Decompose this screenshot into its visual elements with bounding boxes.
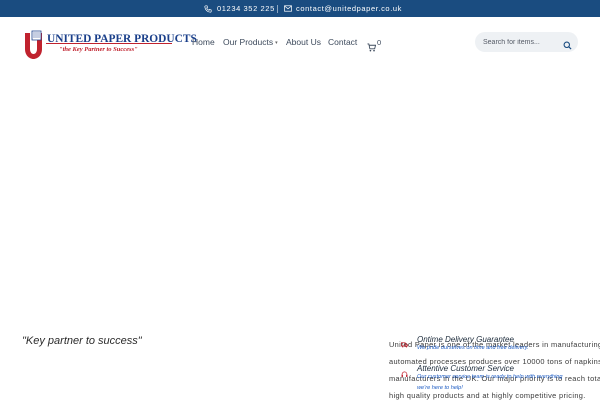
feature-description-line: Our customer service team is ready to he… — [417, 374, 563, 380]
phone-contact[interactable]: 01234 352 225 — [204, 0, 275, 17]
site-logo[interactable]: UNITED PAPER PRODUCTS "the Key Partner t… — [22, 29, 197, 65]
feature-description: We pride ourselves on time and free deli… — [417, 345, 529, 351]
truck-icon — [401, 342, 408, 348]
nav-item-home[interactable]: Home — [192, 37, 215, 47]
nav-item-label: Our Products — [223, 37, 274, 47]
search-icon[interactable] — [563, 37, 572, 55]
search-input[interactable] — [483, 36, 563, 48]
logo-mark — [25, 30, 42, 59]
envelope-icon — [284, 5, 292, 12]
nav-item-our-products[interactable]: Our Products ▾ — [223, 37, 278, 47]
logo-slogan: "the Key Partner to Success" — [59, 46, 138, 53]
feature-title: Attentive Customer Service — [417, 364, 514, 373]
feature-description-line: we're here to help! — [417, 384, 463, 391]
feature-title: Ontime Delivery Guarantee — [417, 335, 514, 344]
logo-name: UNITED PAPER PRODUCTS — [47, 33, 197, 45]
topbar-divider — [277, 5, 278, 13]
cart-count: 0 — [377, 38, 382, 47]
headset-icon — [401, 371, 408, 377]
site-header: UNITED PAPER PRODUCTS "the Key Partner t… — [0, 17, 600, 71]
feature-description: Our customer service team is ready to he… — [417, 374, 563, 392]
cart-icon — [367, 39, 377, 57]
nav-item-about-us[interactable]: About Us — [286, 37, 321, 47]
top-contact-bar: 01234 352 225 contact@unitedpaper.co.uk — [0, 0, 600, 17]
phone-icon — [204, 4, 212, 13]
email-contact[interactable]: contact@unitedpaper.co.uk — [284, 0, 402, 17]
hero-quote: "Key partner to success" — [22, 335, 142, 347]
cart-link[interactable]: 0 — [367, 38, 382, 57]
search-box — [475, 32, 578, 52]
nav-item-contact[interactable]: Contact — [328, 37, 357, 47]
phone-number[interactable]: 01234 352 225 — [217, 4, 275, 13]
chevron-down-icon: ▾ — [275, 39, 278, 46]
email-address[interactable]: contact@unitedpaper.co.uk — [296, 4, 402, 13]
